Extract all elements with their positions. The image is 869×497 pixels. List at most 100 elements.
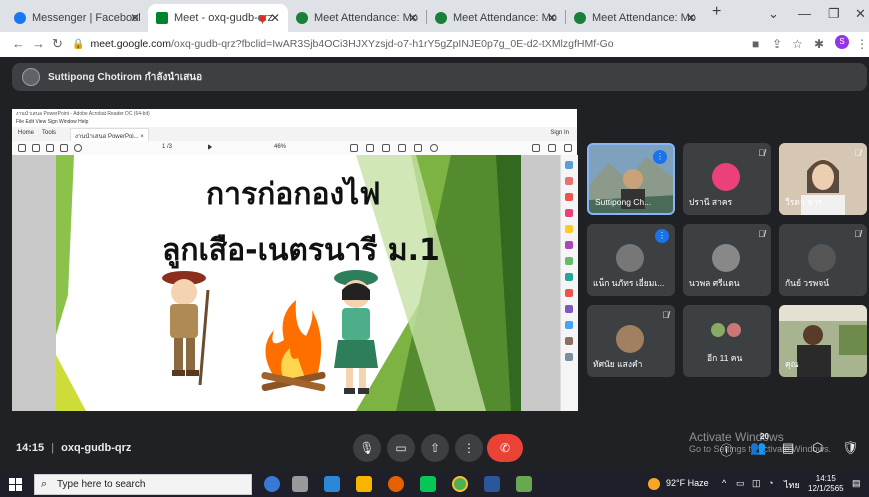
speaking-indicator-icon: ⋮ — [653, 150, 667, 164]
stamp-icon — [398, 144, 406, 152]
taskbar-search[interactable]: ⌕ Type here to search — [34, 474, 252, 495]
close-icon[interactable]: ✕ — [130, 11, 140, 25]
acrobat-home-tab: Home — [18, 130, 35, 136]
tab-search-icon[interactable]: ⌄ — [768, 6, 779, 22]
participant-tile[interactable]: ⋮ แน็ก นภัทร เอี่ยมเ... — [587, 224, 675, 296]
url-field[interactable]: 🔒 meet.google.com/oxq-gudb-qrz?fbclid=IwA… — [72, 35, 742, 54]
windows-start-icon[interactable] — [9, 478, 22, 491]
participant-tile[interactable]: 🎙̸ นวพล ศรีแดน — [683, 224, 771, 296]
language-indicator[interactable]: ไทย — [784, 478, 800, 492]
profile-avatar[interactable]: S — [835, 35, 849, 49]
minimize-button[interactable]: — — [798, 6, 811, 21]
tab-meet[interactable]: Meet - oxq-gudb-qrz ✕ — [148, 4, 288, 32]
cortana-icon[interactable] — [264, 476, 280, 492]
weather-text[interactable]: 92°F Haze — [666, 478, 709, 488]
wifi-icon: ◔ — [768, 478, 774, 488]
fill-sign-icon — [565, 305, 573, 313]
participant-tile[interactable]: 🎙̸ กันย์ วรพจน์ — [779, 224, 867, 296]
acrobat-tabs: Home Tools งานนำเสนอ PowerPoi... × Sign … — [12, 127, 577, 144]
presenter-banner: Suttipong Chotirom กำลังนำเสนอ — [12, 63, 867, 91]
maximize-button[interactable]: ❐ — [828, 6, 840, 22]
mic-off-icon: 🎙̸ — [854, 229, 861, 239]
word-icon[interactable] — [484, 476, 500, 492]
self-tile[interactable]: คุณ — [779, 305, 867, 377]
bookmark-star-icon[interactable]: ☆ — [792, 37, 803, 51]
clock-time: 14:15 — [815, 474, 836, 483]
participant-tile[interactable]: ⋮ Suttipong Ch... — [587, 143, 675, 215]
divider: | — [51, 442, 55, 454]
lock-icon: 🔒 — [72, 39, 85, 50]
menu-icon[interactable]: ⋮ — [856, 37, 868, 51]
image-viewer-icon[interactable] — [516, 476, 532, 492]
camera-icon[interactable]: ■ — [752, 37, 759, 51]
more-options-button[interactable]: ⋮ — [455, 434, 483, 462]
tools-icon — [565, 337, 573, 345]
share-doc-icon — [532, 144, 540, 152]
combine-icon — [565, 241, 573, 249]
present-button[interactable]: ⇧ — [421, 434, 449, 462]
participant-avatar — [616, 244, 644, 272]
zoom-tool-icon — [565, 161, 573, 169]
host-controls-icon[interactable]: 🛡 — [842, 440, 859, 456]
participant-tile[interactable]: 🎙̸ วีรดา ชาร... — [779, 143, 867, 215]
shared-screen[interactable]: งานนำเสนอ PowerPoint - Adobe Acrobat Rea… — [12, 109, 578, 411]
camera-button[interactable]: ▭ — [387, 434, 415, 462]
participant-avatar — [727, 323, 741, 337]
participant-tile[interactable]: 🎙̸ ทัศนัย แสงคำ — [587, 305, 675, 377]
scouts-campfire-illustration — [162, 270, 378, 394]
chrome-icon[interactable] — [452, 476, 468, 492]
system-clock[interactable]: 14:15 12/1/2565 — [808, 474, 844, 494]
info-icon[interactable]: ⓘ — [720, 440, 733, 459]
firefox-icon[interactable] — [388, 476, 404, 492]
url-path: /oxq-gudb-qrz?fbclid=IwAR3Sjb4OCi3HJXYzs… — [171, 38, 614, 50]
activities-icon[interactable]: ⬡ — [812, 440, 823, 456]
microphone-button[interactable]: 🎙 — [353, 434, 381, 462]
tab-attendance-1[interactable]: Meet Attendance: Monitor ✕ — [288, 4, 426, 32]
file-explorer-icon[interactable] — [356, 476, 372, 492]
facebook-icon — [14, 12, 26, 24]
participant-name: แน็ก นภัทร เอี่ยมเ... — [593, 278, 665, 288]
back-icon[interactable]: ← — [12, 36, 25, 51]
mic-off-icon: 🎙̸ — [662, 310, 669, 320]
delete-icon — [414, 144, 422, 152]
task-view-icon[interactable] — [292, 476, 308, 492]
reload-icon[interactable]: ↻ — [52, 36, 63, 52]
address-bar: ← → ↻ 🔒 meet.google.com/oxq-gudb-qrz?fbcl… — [0, 32, 869, 58]
comment-icon — [350, 144, 358, 152]
leave-call-button[interactable]: ✆ — [487, 434, 523, 462]
tray-chevron-icon[interactable]: ^ — [722, 478, 726, 488]
search-icon: ⌕ — [41, 478, 48, 490]
close-icon[interactable]: ✕ — [408, 11, 418, 25]
participant-avatar — [711, 323, 725, 337]
people-icon[interactable]: 👥 — [750, 440, 766, 456]
notification-icon[interactable]: ▤ — [852, 478, 861, 489]
close-icon[interactable]: ✕ — [547, 11, 557, 25]
slide-title-line2: ลูกเสือ-เนตรนารี ม.1 — [162, 233, 440, 268]
close-icon[interactable]: ✕ — [686, 11, 696, 25]
extensions-icon[interactable]: ✱ — [814, 37, 824, 51]
participant-tile[interactable]: 🎙̸ ปรานี สาคร — [683, 143, 771, 215]
organize-icon — [565, 257, 573, 265]
more-participants-tile[interactable]: อีก 11 คน — [683, 305, 771, 377]
mail-icon[interactable] — [324, 476, 340, 492]
chat-icon[interactable]: ▤ — [782, 440, 794, 456]
more-icon — [564, 144, 572, 152]
cursor-icon — [208, 144, 212, 150]
tab-attendance-3[interactable]: Meet Attendance: Monitor ✕ — [566, 4, 704, 32]
tab-attendance-2[interactable]: Meet Attendance: Monitor ✕ — [427, 4, 565, 32]
comment-tool-icon — [565, 225, 573, 233]
mic-off-icon: 🎙̸ — [854, 148, 861, 158]
acrobat-page-indicator: 1 /3 — [162, 144, 173, 150]
tab-messenger[interactable]: Messenger | Facebook ✕ — [6, 4, 148, 32]
share-icon[interactable]: ⇪ — [772, 37, 782, 51]
tab-label: Meet Attendance: Monitor — [314, 12, 418, 24]
acrobat-right-panel — [560, 155, 578, 411]
recording-dot-icon — [259, 14, 266, 22]
line-icon[interactable] — [420, 476, 436, 492]
participant-name: นวพล ศรีแดน — [689, 278, 740, 288]
close-icon[interactable]: ✕ — [270, 11, 280, 25]
new-tab-button[interactable]: + — [712, 3, 721, 21]
acrobat-toolbar: 1 /3 46% — [12, 141, 577, 156]
window-close-button[interactable]: ✕ — [855, 6, 866, 22]
forward-icon[interactable]: → — [32, 36, 45, 51]
